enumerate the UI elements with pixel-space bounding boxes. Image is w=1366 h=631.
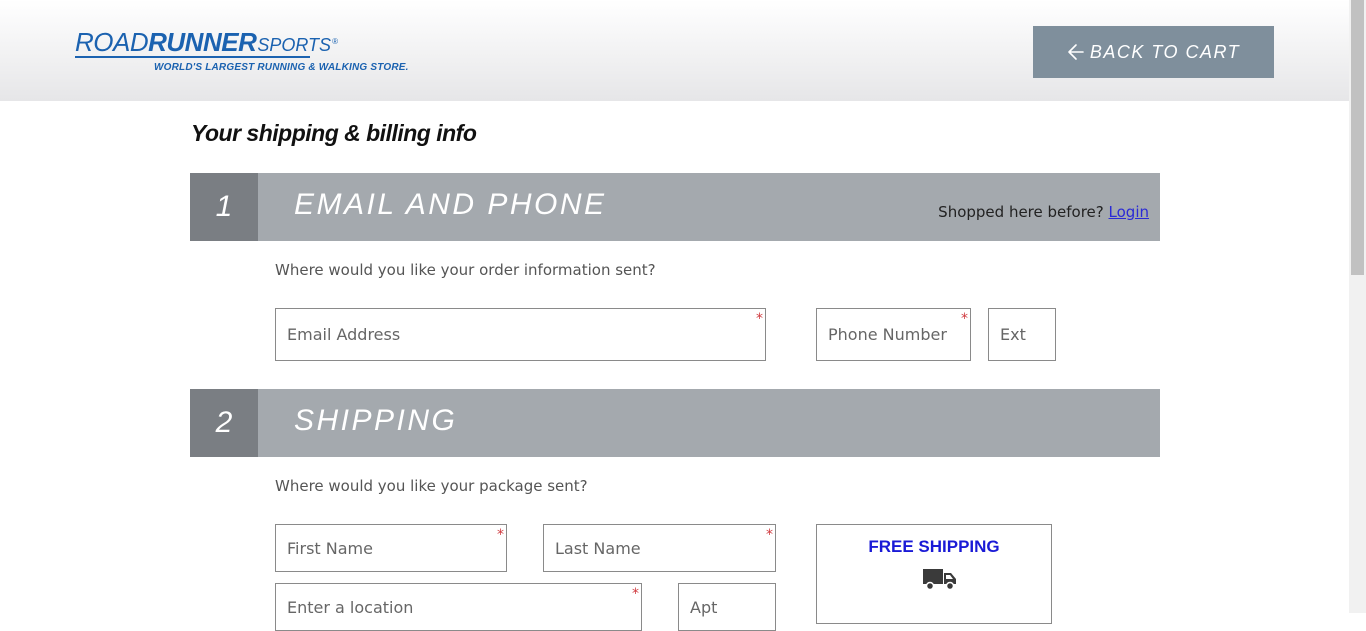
section-header-email-phone: 1 EMAIL AND PHONE Shopped here before? L…: [190, 173, 1160, 241]
free-shipping-option[interactable]: FREE SHIPPING: [816, 524, 1052, 624]
last-name-field[interactable]: *: [543, 524, 776, 572]
required-marker: *: [497, 527, 504, 543]
required-marker: *: [766, 527, 773, 543]
vertical-scrollbar[interactable]: [1349, 0, 1366, 613]
apt-input[interactable]: [679, 584, 775, 630]
apt-field[interactable]: [678, 583, 776, 631]
location-field[interactable]: *: [275, 583, 642, 631]
logo-registered-mark: ®: [332, 37, 338, 46]
phone-field[interactable]: *: [816, 308, 971, 361]
email-field[interactable]: *: [275, 308, 766, 361]
first-name-input[interactable]: [276, 525, 506, 571]
scrollbar-thumb[interactable]: [1351, 0, 1364, 275]
section-title: EMAIL AND PHONE: [294, 188, 607, 221]
logo-sports-text: SPORTS: [257, 35, 332, 55]
ext-field[interactable]: [988, 308, 1056, 361]
logo-runner-text: RUNNER: [148, 27, 257, 57]
order-info-prompt: Where would you like your order informat…: [275, 261, 656, 279]
location-input[interactable]: [276, 584, 641, 630]
required-marker: *: [961, 311, 968, 327]
section-header-shipping: 2 SHIPPING: [190, 389, 1160, 457]
site-header: ROADRUNNERSPORTS® WORLD'S LARGEST RUNNIN…: [0, 0, 1349, 101]
roadrunner-sports-logo[interactable]: ROADRUNNERSPORTS® WORLD'S LARGEST RUNNIN…: [75, 28, 410, 78]
login-prompt-text: Shopped here before?: [938, 203, 1104, 221]
logo-underline: [75, 56, 310, 58]
page-title: Your shipping & billing info: [191, 120, 477, 146]
login-link[interactable]: Login: [1109, 203, 1149, 221]
free-shipping-label: FREE SHIPPING: [868, 537, 1000, 556]
email-input[interactable]: [276, 309, 765, 360]
section-title: SHIPPING: [294, 404, 458, 437]
ext-input[interactable]: [989, 309, 1055, 360]
truck-icon: [923, 569, 956, 591]
phone-input[interactable]: [817, 309, 970, 360]
logo-road-text: ROAD: [75, 27, 149, 57]
required-marker: *: [756, 311, 763, 327]
package-destination-prompt: Where would you like your package sent?: [275, 477, 588, 495]
required-marker: *: [632, 586, 639, 602]
back-to-cart-label: BACK TO CART: [1089, 41, 1241, 62]
section-number: 2: [190, 389, 258, 457]
last-name-input[interactable]: [544, 525, 775, 571]
arrow-left-icon: [1068, 44, 1084, 60]
returning-customer-prompt: Shopped here before? Login: [938, 203, 1149, 221]
back-to-cart-button[interactable]: BACK TO CART: [1033, 26, 1274, 78]
first-name-field[interactable]: *: [275, 524, 507, 572]
section-number: 1: [190, 173, 258, 241]
logo-tagline: WORLD'S LARGEST RUNNING & WALKING STORE.: [154, 62, 409, 73]
